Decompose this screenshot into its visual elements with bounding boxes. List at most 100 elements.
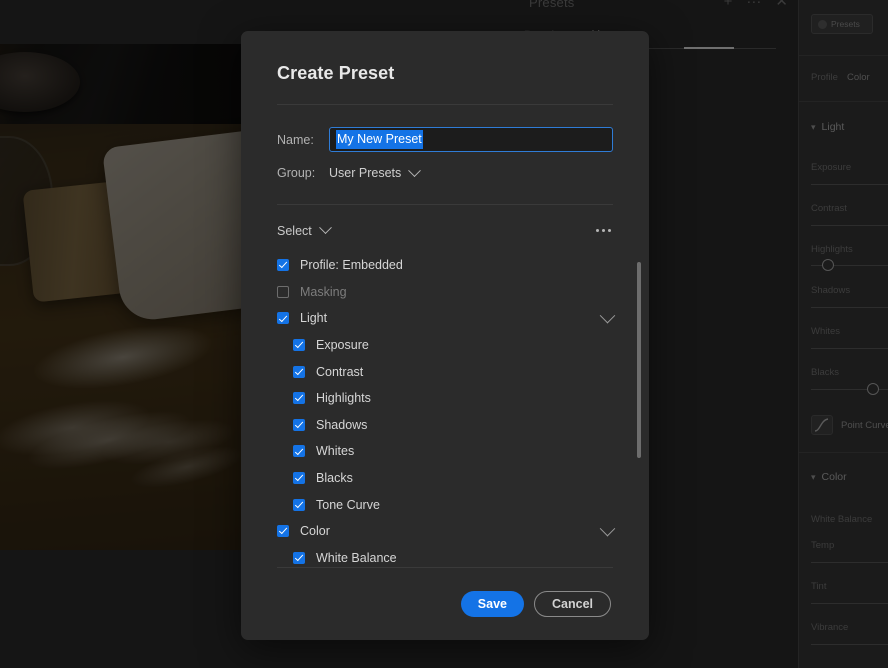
list-item-label: Color (300, 524, 330, 539)
chevron-down-icon[interactable] (599, 307, 616, 324)
active-tab-underline (684, 47, 734, 49)
list-item[interactable]: Profile: Embedded (277, 252, 613, 279)
checkbox-checked-icon[interactable] (293, 339, 305, 352)
dialog-footer: Save Cancel (241, 568, 649, 640)
sidebar-slider-contrast[interactable] (811, 225, 888, 226)
checkbox-checked-icon[interactable] (293, 365, 305, 378)
checkbox-checked-icon[interactable] (293, 392, 305, 405)
checkbox-checked-icon[interactable] (277, 525, 289, 538)
dialog-divider-mid (277, 204, 613, 205)
list-item-label: Profile: Embedded (300, 258, 403, 273)
select-dropdown[interactable]: Select (277, 221, 332, 238)
select-label: Select (277, 223, 312, 238)
sidebar-slider-whites[interactable] (811, 348, 888, 349)
sidebar-row-temp: Temp (811, 540, 835, 551)
list-item[interactable]: Masking (277, 279, 613, 306)
checkbox-checked-icon[interactable] (293, 445, 305, 458)
sidebar-row-tint: Tint (811, 581, 827, 592)
dot (596, 229, 599, 232)
sidebar-slider-tint[interactable] (811, 603, 888, 604)
name-input[interactable]: My New Preset (329, 127, 613, 152)
list-item[interactable]: Whites (277, 438, 613, 465)
close-icon[interactable]: ✕ (775, 0, 788, 9)
checkbox-checked-icon[interactable] (293, 418, 305, 431)
sidebar-section-color[interactable]: ▾ Color (811, 471, 847, 483)
edit-sidebar: Presets Profile Color ▾ Light Exposure C… (798, 0, 888, 668)
group-dropdown[interactable]: User Presets (329, 163, 422, 180)
list-item[interactable]: Highlights (277, 385, 613, 412)
presets-panel-header-icons: + ··· ✕ (724, 0, 788, 9)
checkbox-checked-icon[interactable] (293, 498, 305, 511)
sidebar-slider-shadows[interactable] (811, 307, 888, 308)
preset-settings-list: Profile: Embedded Masking Light Exposure Con… (241, 252, 649, 567)
sidebar-slider-vibrance[interactable] (811, 644, 888, 645)
sidebar-row-contrast: Contrast (811, 203, 847, 214)
list-item-label: Exposure (316, 338, 369, 353)
sidebar-row-whites: Whites (811, 326, 841, 337)
group-field-row: Group: User Presets (277, 163, 649, 180)
sidebar-row-blacks: Blacks (811, 367, 839, 378)
checkbox-checked-icon[interactable] (277, 312, 289, 325)
dot (608, 229, 611, 232)
dialog-divider-top (277, 104, 613, 105)
cancel-button[interactable]: Cancel (534, 591, 611, 617)
more-options-icon[interactable] (594, 223, 613, 238)
more-options-icon[interactable]: ··· (746, 0, 761, 9)
list-item-label: Shadows (316, 417, 368, 432)
list-item[interactable]: White Balance (277, 545, 613, 567)
save-button[interactable]: Save (460, 591, 524, 617)
sidebar-divider-3 (799, 452, 888, 453)
list-item-label: Blacks (316, 471, 353, 486)
preset-settings-list-wrap: Profile: Embedded Masking Light Exposure Con… (241, 252, 649, 567)
chevron-down-icon (318, 221, 332, 235)
checkbox-checked-icon[interactable] (277, 259, 289, 272)
sidebar-divider-1 (799, 55, 888, 56)
sidebar-slider-blacks-knob[interactable] (867, 383, 879, 395)
select-row: Select (277, 221, 613, 238)
point-curve-icon[interactable] (811, 415, 833, 435)
photo-image (0, 44, 243, 550)
sidebar-row-exposure: Exposure (811, 162, 852, 173)
list-item[interactable]: Tone Curve (277, 491, 613, 518)
group-dropdown-value: User Presets (329, 166, 402, 180)
list-item-label: Masking (300, 284, 347, 299)
sidebar-slider-highlights-knob[interactable] (822, 259, 834, 271)
list-item-label: White Balance (316, 550, 397, 565)
list-scrollbar-thumb[interactable] (637, 262, 641, 458)
sidebar-presets-label: Presets (831, 19, 860, 29)
sidebar-section-light[interactable]: ▾ Light (811, 121, 844, 133)
group-label: Group: (277, 166, 316, 180)
create-preset-dialog: Create Preset Name: My New Preset Group:… (241, 31, 649, 640)
list-item-label: Light (300, 311, 328, 326)
sidebar-presets-button[interactable]: Presets (811, 14, 873, 34)
presets-icon (818, 19, 827, 29)
sidebar-slider-exposure[interactable] (811, 184, 888, 185)
list-item-label: Highlights (316, 391, 371, 406)
name-label: Name: (277, 132, 314, 147)
presets-panel-title: Presets (529, 0, 575, 10)
sidebar-row-vibrance: Vibrance (811, 622, 849, 633)
list-item[interactable]: Shadows (277, 412, 613, 439)
photo-scrim (0, 44, 243, 550)
list-scrollbar[interactable] (637, 258, 641, 567)
name-input-value: My New Preset (336, 129, 423, 150)
sidebar-section-light-label: Light (821, 121, 845, 133)
sidebar-point-curve-label: Point Curve (841, 420, 888, 431)
sidebar-profile-value[interactable]: Color (847, 72, 870, 83)
checkbox-checked-icon[interactable] (293, 472, 305, 485)
chevron-down-icon[interactable] (599, 520, 616, 537)
sidebar-row-shadows: Shadows (811, 285, 851, 296)
sidebar-slider-temp[interactable] (811, 562, 888, 563)
list-item[interactable]: Exposure (277, 332, 613, 359)
checkbox-checked-icon[interactable] (293, 551, 305, 564)
list-item[interactable]: Contrast (277, 358, 613, 385)
list-item-label: Tone Curve (316, 497, 380, 512)
list-item[interactable]: Blacks (277, 465, 613, 492)
app-root: Presets + ··· ✕ Premium Yours Presets Pr… (0, 0, 888, 668)
checkbox-unchecked-icon[interactable] (277, 285, 289, 298)
add-preset-icon[interactable]: + (724, 0, 733, 9)
list-item[interactable]: Light (277, 305, 616, 332)
list-item[interactable]: Color (277, 518, 616, 545)
sidebar-section-color-label: Color (821, 471, 847, 483)
dialog-title: Create Preset (277, 63, 395, 83)
